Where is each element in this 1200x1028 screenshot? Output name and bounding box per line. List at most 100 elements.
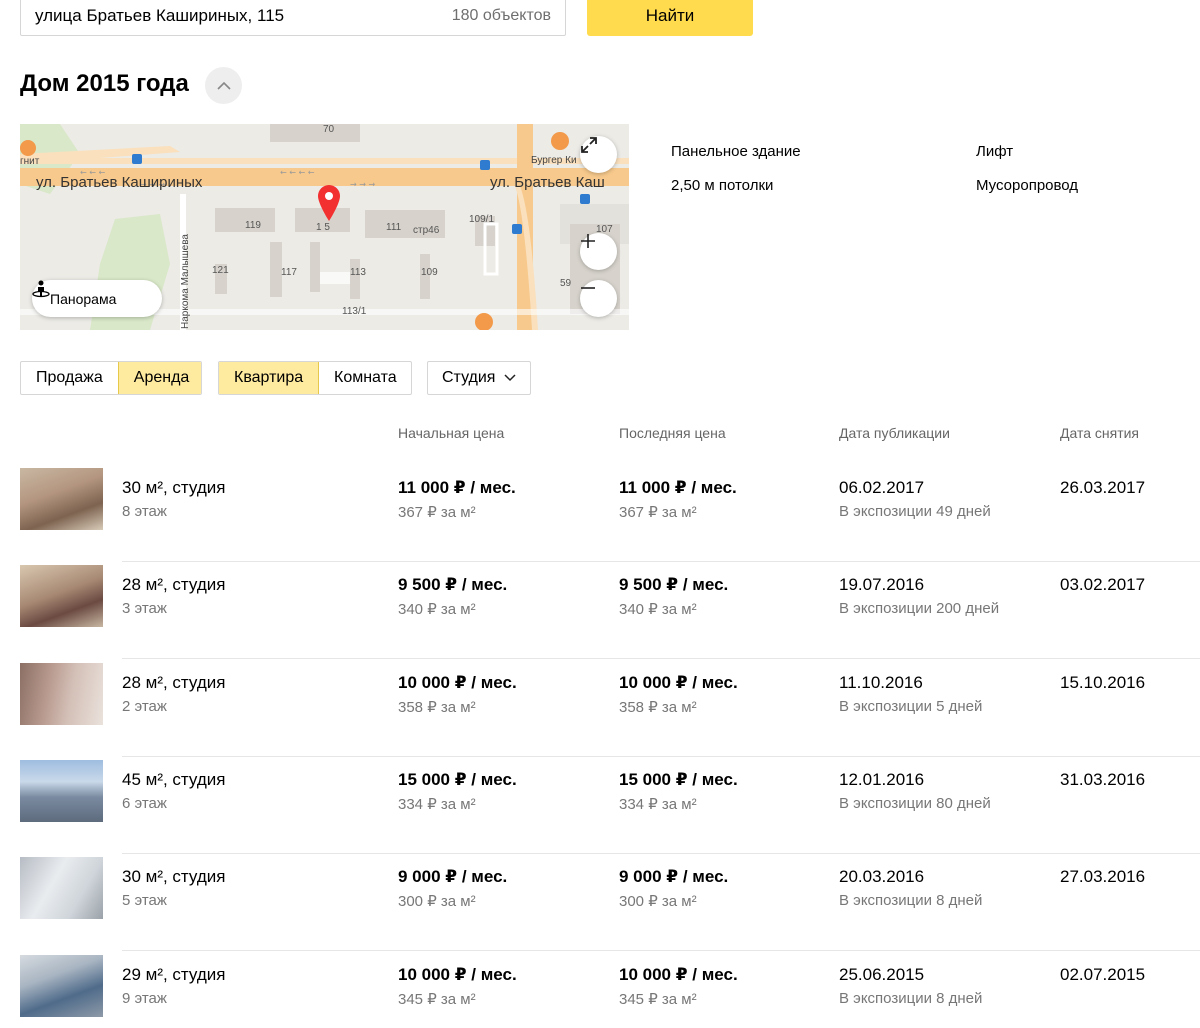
start-price-per-m2: 358 ₽ за м² — [398, 698, 476, 716]
fullscreen-button[interactable] — [580, 136, 617, 173]
chevron-up-icon — [216, 81, 231, 90]
exposure-duration: В экспозиции 80 дней — [839, 794, 991, 812]
svg-text:← ← ← ←: ← ← ← ← — [280, 168, 315, 177]
listing-floor: 9 этаж — [122, 989, 167, 1007]
removed-date: 31.03.2016 — [1060, 769, 1146, 789]
start-price: 10 000 ₽ / мес. — [398, 672, 517, 692]
plus-icon — [581, 234, 595, 248]
exposure-duration: В экспозиции 5 дней — [839, 697, 983, 715]
rooms-select-value: Студия — [442, 369, 496, 386]
filter-room[interactable]: Комната — [319, 362, 411, 394]
map-vertical-street: Наркома Малышева — [180, 234, 191, 329]
exposure-duration: В экспозиции 49 дней — [839, 503, 991, 520]
zoom-in-button[interactable] — [580, 233, 617, 270]
removed-date: 15.10.2016 — [1060, 672, 1146, 692]
removed-date: 27.03.2016 — [1060, 867, 1146, 887]
filter-apartment[interactable]: Квартира — [219, 362, 319, 394]
table-row[interactable]: 30 м², студия 8 этаж 11 000 ₽ / мес. 367… — [0, 465, 1200, 562]
map-building-number: 109 — [421, 267, 438, 278]
listing-area[interactable]: 30 м², студия — [122, 867, 225, 887]
listing-area[interactable]: 30 м², студия — [122, 478, 225, 498]
listing-area[interactable]: 28 м², студия — [122, 575, 225, 595]
feature-garbage-chute: Мусоропровод — [976, 177, 1079, 194]
listing-floor: 2 этаж — [122, 697, 167, 715]
map-building-number: стр46 — [413, 225, 440, 236]
column-header-published: Дата публикации — [839, 425, 950, 441]
listing-floor: 6 этаж — [122, 794, 167, 812]
removed-date: 03.02.2017 — [1060, 575, 1146, 595]
table-row[interactable]: 30 м², студия 5 этаж 9 000 ₽ / мес. 300 … — [0, 854, 1200, 952]
listing-area[interactable]: 28 м², студия — [122, 673, 225, 693]
page-title: Дом 2015 года — [20, 70, 189, 97]
map-building-number: 117 — [281, 267, 297, 278]
listing-photo[interactable] — [20, 954, 103, 1017]
map-building-number: 113/1 — [342, 306, 367, 317]
start-price: 10 000 ₽ / мес. — [398, 964, 517, 984]
listing-area[interactable]: 45 м², студия — [122, 770, 225, 790]
expand-icon — [581, 137, 597, 153]
exposure-duration: В экспозиции 8 дней — [839, 892, 983, 910]
published-date: 12.01.2016 — [839, 769, 925, 789]
last-price-per-m2: 340 ₽ за м² — [619, 601, 697, 619]
feature-building-type: Панельное здание — [671, 143, 801, 160]
map-building-number: 1 5 — [316, 222, 330, 233]
last-price: 9 500 ₽ / мес. — [619, 575, 729, 595]
start-price-per-m2: 340 ₽ за м² — [398, 601, 476, 619]
rooms-select[interactable]: Студия — [427, 361, 531, 395]
table-row[interactable]: 29 м², студия 9 этаж 10 000 ₽ / мес. 345… — [0, 952, 1200, 1028]
filter-rent[interactable]: Аренда — [117, 362, 201, 394]
listing-photo[interactable] — [20, 662, 103, 725]
search-value[interactable]: улица Братьев Кашириных, 115 — [35, 6, 452, 26]
listing-floor: 8 этаж — [122, 503, 167, 520]
listing-floor: 5 этаж — [122, 892, 167, 910]
listing-photo[interactable] — [20, 857, 103, 920]
published-date: 20.03.2016 — [839, 867, 925, 887]
collapse-button[interactable] — [205, 67, 242, 104]
map-street-label-right: ул. Братьев Каш — [490, 174, 605, 191]
map-building-number: 59 — [560, 278, 572, 289]
start-price: 9 000 ₽ / мес. — [398, 867, 508, 887]
zoom-out-button[interactable] — [580, 280, 617, 317]
last-price-per-m2: 358 ₽ за м² — [619, 698, 697, 716]
table-row[interactable]: 45 м², студия 6 этаж 15 000 ₽ / мес. 334… — [0, 757, 1200, 854]
start-price-per-m2: 300 ₽ за м² — [398, 893, 476, 911]
last-price: 15 000 ₽ / мес. — [619, 769, 738, 789]
start-price: 11 000 ₽ / мес. — [398, 478, 516, 497]
table-row[interactable]: 28 м², студия 3 этаж 9 500 ₽ / мес. 340 … — [0, 562, 1200, 660]
listing-floor: 3 этаж — [122, 600, 167, 618]
last-price: 10 000 ₽ / мес. — [619, 672, 738, 692]
last-price: 9 000 ₽ / мес. — [619, 867, 729, 887]
chevron-down-icon — [504, 374, 516, 382]
removed-date: 02.07.2015 — [1060, 964, 1146, 984]
listing-photo[interactable] — [20, 759, 103, 822]
find-button[interactable]: Найти — [587, 0, 753, 36]
last-price-per-m2: 367 ₽ за м² — [619, 504, 697, 521]
map-building-number: 109/1 — [469, 214, 495, 225]
published-date: 19.07.2016 — [839, 575, 925, 595]
last-price-per-m2: 334 ₽ за м² — [619, 795, 697, 813]
filter-sale[interactable]: Продажа — [21, 362, 118, 394]
feature-ceiling-height: 2,50 м потолки — [671, 177, 774, 194]
start-price-per-m2: 367 ₽ за м² — [398, 504, 476, 521]
property-type-switch: Квартира Комната — [218, 361, 412, 395]
listing-photo[interactable] — [20, 468, 103, 530]
deal-type-switch: Продажа Аренда — [20, 361, 202, 395]
published-date: 11.10.2016 — [839, 672, 923, 692]
map-street-label: ул. Братьев Кашириных — [36, 174, 203, 191]
map-building-number: 119 — [245, 220, 261, 231]
last-price: 10 000 ₽ / мес. — [619, 964, 738, 984]
table-row[interactable]: 28 м², студия 2 этаж 10 000 ₽ / мес. 358… — [0, 660, 1200, 757]
listing-photo[interactable] — [20, 565, 103, 628]
panorama-button[interactable]: Панорама — [32, 280, 162, 317]
listing-area[interactable]: 29 м², студия — [122, 965, 225, 985]
published-date: 06.02.2017 — [839, 478, 925, 497]
search-input[interactable]: улица Братьев Кашириных, 115 180 объекто… — [20, 0, 566, 36]
panorama-label: Панорама — [50, 290, 117, 307]
map-poi-left: гнит — [20, 156, 40, 167]
column-header-removed: Дата снятия — [1060, 425, 1140, 441]
start-price: 9 500 ₽ / мес. — [398, 575, 508, 595]
last-price-per-m2: 345 ₽ за м² — [619, 990, 697, 1008]
minus-icon — [581, 287, 595, 289]
results-count: 180 объектов — [451, 7, 551, 24]
map[interactable]: ← ← ← ← ← ← ← → → → → → → ул. Братьев Ка… — [20, 124, 629, 330]
